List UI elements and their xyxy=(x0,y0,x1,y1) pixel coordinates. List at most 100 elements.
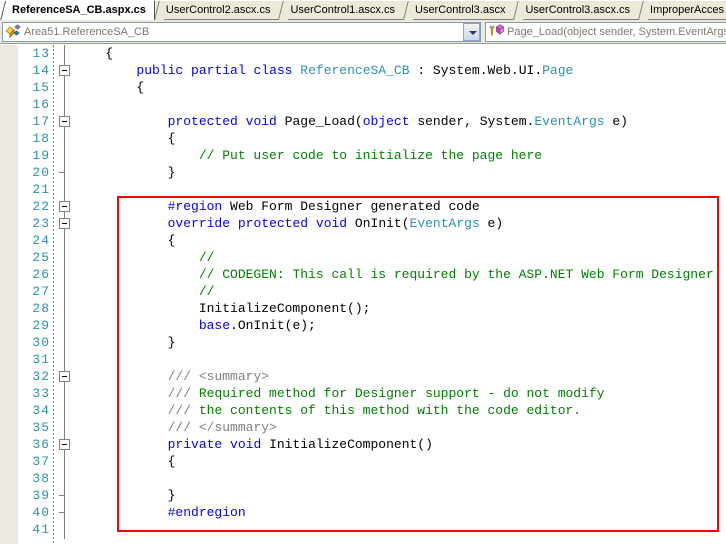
chevron-down-icon[interactable] xyxy=(463,23,480,41)
line-number: 38 xyxy=(32,471,50,486)
code-line[interactable]: 33 /// Required method for Designer supp… xyxy=(0,385,726,402)
code-line-text: /// </summary> xyxy=(74,419,277,436)
code-line[interactable]: 41 xyxy=(0,521,726,538)
line-number: 29 xyxy=(32,318,50,333)
code-token: Page_Load( xyxy=(276,114,363,129)
line-number: 18 xyxy=(32,131,50,146)
code-line[interactable]: 18 { xyxy=(0,130,726,147)
code-line[interactable]: 20 } xyxy=(0,164,726,181)
code-line[interactable]: 28 InitializeComponent(); xyxy=(0,300,726,317)
code-token: .OnInit(e); xyxy=(230,318,316,333)
code-line[interactable]: 24 { xyxy=(0,232,726,249)
collapse-outline-icon[interactable] xyxy=(59,201,70,212)
document-tab[interactable]: ReferenceSA_CB.aspx.cs xyxy=(0,0,155,20)
code-line[interactable]: 27 // xyxy=(0,283,726,300)
code-line[interactable]: 34 /// the contents of this method with … xyxy=(0,402,726,419)
collapse-outline-icon[interactable] xyxy=(59,218,70,229)
code-token: void xyxy=(230,437,262,452)
code-token: OnInit( xyxy=(347,216,410,231)
line-number: 24 xyxy=(32,233,50,248)
line-number: 39 xyxy=(32,488,50,503)
code-line[interactable]: 15 { xyxy=(0,79,726,96)
code-token: private xyxy=(167,437,223,452)
code-line[interactable]: 40 #endregion xyxy=(0,504,726,521)
document-tab[interactable]: UserControl3.ascx xyxy=(403,0,515,20)
collapse-outline-icon[interactable] xyxy=(59,371,70,382)
code-token: #region xyxy=(167,199,223,214)
document-tab-label: UserControl3.ascx xyxy=(415,4,506,16)
code-line[interactable]: 39 } xyxy=(0,487,726,504)
document-tab[interactable]: ImproperAcces xyxy=(638,0,726,20)
line-number: 14 xyxy=(32,63,50,78)
code-token: protected xyxy=(237,216,309,231)
code-token: ReferenceSA_CB xyxy=(300,63,410,78)
code-line[interactable]: 30 } xyxy=(0,334,726,351)
line-number: 17 xyxy=(32,114,50,129)
code-line[interactable]: 31 xyxy=(0,351,726,368)
code-token: { xyxy=(74,233,176,248)
code-line-text: protected void Page_Load(object sender, … xyxy=(74,113,628,130)
line-number: 25 xyxy=(32,250,50,265)
code-token: void xyxy=(245,114,277,129)
line-number: 15 xyxy=(32,80,50,95)
method-icon xyxy=(488,24,505,40)
line-number: 35 xyxy=(32,420,50,435)
type-navigation-dropdown[interactable]: Area51.ReferenceSA_CB xyxy=(2,22,481,42)
code-line[interactable]: 21 xyxy=(0,181,726,198)
code-line-container: 13 {14 public partial class ReferenceSA_… xyxy=(0,45,726,538)
code-line-text: { xyxy=(74,130,176,147)
code-token: InitializeComponent(); xyxy=(74,301,371,316)
code-token: /// xyxy=(167,420,199,435)
code-token: /// xyxy=(167,369,199,384)
line-number: 26 xyxy=(32,267,50,282)
code-line[interactable]: 37 { xyxy=(0,453,726,470)
code-line-text: /// Required method for Designer support… xyxy=(74,385,605,402)
code-line[interactable]: 14 public partial class ReferenceSA_CB :… xyxy=(0,62,726,79)
line-number: 28 xyxy=(32,301,50,316)
code-line-text: // Put user code to initialize the page … xyxy=(74,147,542,164)
code-token: { xyxy=(74,80,145,95)
line-number: 16 xyxy=(32,97,50,112)
navigation-bar: Area51.ReferenceSA_CB Page_Load(object s… xyxy=(0,20,726,44)
code-token: /// xyxy=(167,386,199,401)
code-line[interactable]: 38 xyxy=(0,470,726,487)
code-line-text: } xyxy=(74,164,176,181)
document-tab[interactable]: UserControl1.ascx.cs xyxy=(278,0,404,20)
code-line[interactable]: 16 xyxy=(0,96,726,113)
collapse-outline-icon[interactable] xyxy=(59,439,70,450)
line-number: 40 xyxy=(32,505,50,520)
code-line[interactable]: 35 /// </summary> xyxy=(0,419,726,436)
code-line[interactable]: 25 // xyxy=(0,249,726,266)
code-editor-surface[interactable]: 13 {14 public partial class ReferenceSA_… xyxy=(0,45,726,544)
code-line[interactable]: 17 protected void Page_Load(object sende… xyxy=(0,113,726,130)
document-tab[interactable]: UserControl3.ascx.cs xyxy=(513,0,640,20)
code-line[interactable]: 26 // CODEGEN: This call is required by … xyxy=(0,266,726,283)
document-tab-bar: ReferenceSA_CB.aspx.cs UserControl2.ascx.… xyxy=(0,0,726,20)
code-line[interactable]: 23 override protected void OnInit(EventA… xyxy=(0,215,726,232)
code-token: e) xyxy=(479,216,504,231)
outline-end-tick-icon xyxy=(59,512,65,513)
document-tab[interactable]: UserControl2.ascx.cs xyxy=(153,0,280,20)
code-token: // xyxy=(198,284,215,299)
code-token: sender, System. xyxy=(409,114,535,129)
code-token: InitializeComponent() xyxy=(261,437,433,452)
code-line[interactable]: 22 #region Web Form Designer generated c… xyxy=(0,198,726,215)
code-line[interactable]: 19 // Put user code to initialize the pa… xyxy=(0,147,726,164)
member-navigation-value: Page_Load(object sender, System.EventArg… xyxy=(507,26,726,38)
collapse-outline-icon[interactable] xyxy=(59,65,70,76)
code-line[interactable]: 13 { xyxy=(0,45,726,62)
code-token: <summary> xyxy=(198,369,270,384)
code-line[interactable]: 36 private void InitializeComponent() xyxy=(0,436,726,453)
collapse-outline-icon[interactable] xyxy=(59,116,70,127)
member-navigation-dropdown[interactable]: Page_Load(object sender, System.EventArg… xyxy=(485,22,726,42)
code-line[interactable]: 32 /// <summary> xyxy=(0,368,726,385)
code-line[interactable]: 29 base.OnInit(e); xyxy=(0,317,726,334)
